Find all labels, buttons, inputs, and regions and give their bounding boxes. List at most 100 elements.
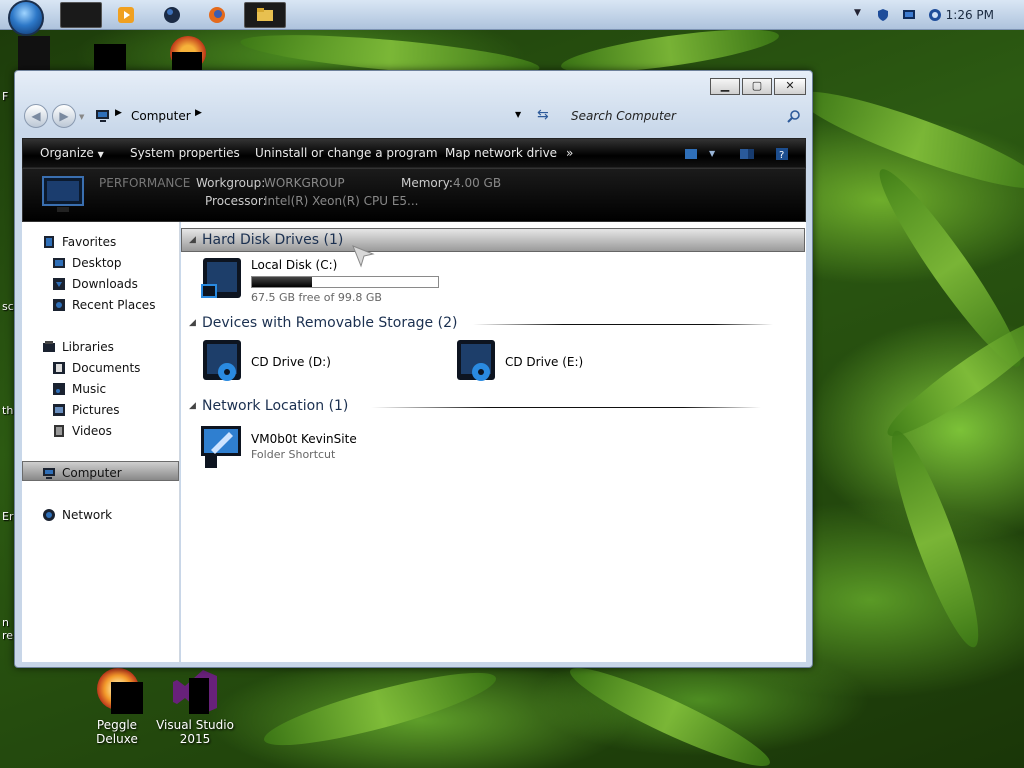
wallpaper-leaf (563, 655, 777, 768)
breadcrumb-computer[interactable]: Computer (131, 109, 191, 123)
memory-value: 4.00 GB (453, 176, 502, 190)
group-title-removable[interactable]: Devices with Removable Storage (2) (202, 315, 457, 331)
desktop-icon-label-partial: th (2, 404, 14, 417)
change-view-icon[interactable] (684, 148, 698, 160)
mouse-cursor-icon (352, 245, 375, 268)
explorer-icon[interactable] (244, 2, 286, 28)
hard-drive-icon (201, 258, 241, 298)
collapse-group-icon[interactable]: ◢ (189, 401, 196, 411)
peggle-icon (95, 668, 143, 714)
preview-pane-icon[interactable] (739, 148, 755, 160)
workgroup-label: Workgroup: (196, 176, 266, 190)
help-icon[interactable]: ? (775, 147, 789, 161)
chevron-down-icon: ▼ (97, 150, 104, 159)
system-properties-button[interactable]: System properties (130, 146, 240, 160)
desktop-icon-hidden[interactable] (94, 44, 126, 70)
explorer-window: ▁ ▢ ✕ ◀ ▶ ▼ ▶ Computer ▶ ▼ ⇆ Search Comp… (14, 70, 813, 668)
group-title-hdd: Hard Disk Drives (1) (202, 232, 344, 248)
capacity-bar-fill (252, 277, 312, 287)
show-hidden-icons-icon[interactable]: ▼ (854, 8, 868, 22)
svg-text:?: ? (779, 150, 784, 161)
drive-free-space: 67.5 GB free of 99.8 GB (251, 291, 382, 304)
nav-documents-label: Documents (72, 361, 141, 375)
downloads-icon (53, 278, 65, 290)
desktop-icon-label-partial: sc (2, 300, 14, 313)
address-dropdown-icon[interactable]: ▼ (515, 110, 521, 119)
minimize-button[interactable]: ▁ (710, 78, 740, 95)
nav-network-label: Network (62, 508, 113, 522)
network-location-name: VM0b0t KevinSite (251, 432, 357, 446)
visual-studio-icon (173, 668, 217, 714)
capacity-bar (251, 276, 439, 288)
map-network-drive-button[interactable]: Map network drive (445, 146, 557, 160)
forward-button[interactable]: ▶ (52, 104, 76, 128)
nav-videos-label: Videos (72, 424, 112, 438)
search-placeholder: Search Computer (571, 109, 676, 123)
nav-music-label: Music (72, 382, 107, 396)
desktop-icon-peggle[interactable]: Peggle Deluxe (77, 668, 157, 746)
desktop-icon-hidden[interactable] (18, 36, 50, 70)
start-orb-button[interactable] (8, 0, 44, 36)
close-button[interactable]: ✕ (774, 78, 806, 95)
nav-downloads-label: Downloads (72, 277, 138, 291)
desktop-icon-hidden[interactable] (172, 52, 202, 70)
firefox-icon[interactable] (208, 2, 230, 28)
cd-drive-icon (457, 340, 495, 381)
music-icon (53, 383, 65, 395)
wallpaper-leaf (790, 76, 1024, 204)
drive-item-cd-d[interactable]: CD Drive (D:) (197, 338, 417, 388)
volume-icon[interactable] (928, 8, 942, 22)
circle-app-icon[interactable] (163, 2, 185, 28)
media-player-icon[interactable] (117, 2, 139, 28)
breadcrumb-separator-icon[interactable]: ▶ (115, 108, 122, 118)
security-shield-icon[interactable] (876, 8, 890, 22)
system-tray: ▼ 1:26 PM (834, 0, 1024, 30)
drive-item-local-disk-c[interactable]: Local Disk (C:) 67.5 GB free of 99.8 GB (197, 256, 477, 306)
nav-libraries-label: Libraries (62, 340, 114, 354)
desktop-icon-label-partial: F (2, 90, 9, 103)
uninstall-program-button[interactable]: Uninstall or change a program (255, 146, 438, 160)
wallpaper-leaf (877, 424, 993, 654)
breadcrumb-separator-icon[interactable]: ▶ (195, 108, 202, 118)
more-commands-button[interactable]: » (566, 146, 573, 160)
collapse-group-icon[interactable]: ◢ (189, 235, 196, 245)
search-icon[interactable] (787, 109, 801, 123)
details-pane: PERFORMANCE Workgroup: WORKGROUP Memory:… (22, 168, 806, 222)
content-pane: ◢ Hard Disk Drives (1) Local Disk (C:) 6… (181, 222, 806, 662)
network-location-type: Folder Shortcut (251, 448, 336, 461)
search-box[interactable]: Search Computer (569, 106, 803, 126)
group-divider (473, 324, 773, 325)
nav-recent-label: Recent Places (72, 298, 156, 312)
organize-button[interactable]: Organize ▼ (40, 146, 104, 160)
libraries-icon (43, 341, 55, 352)
group-divider (371, 407, 761, 408)
cd-drive-icon (203, 340, 241, 381)
recent-pages-dropdown[interactable]: ▼ (79, 113, 84, 121)
nav-desktop-label: Desktop (72, 256, 122, 270)
network-item-kevinsite[interactable]: VM0b0t KevinSite Folder Shortcut (197, 422, 437, 472)
collapse-group-icon[interactable]: ◢ (189, 318, 196, 328)
desktop-icon-visual-studio[interactable]: Visual Studio 2015 (155, 668, 235, 746)
maximize-button[interactable]: ▢ (742, 78, 772, 95)
back-button[interactable]: ◀ (24, 104, 48, 128)
favorites-star-icon (44, 236, 54, 248)
network-icon[interactable] (902, 8, 916, 22)
view-options-dropdown-icon[interactable]: ▼ (709, 149, 715, 158)
processor-label: Processor: (205, 194, 267, 208)
desktop-icon-label: Visual Studio 2015 (156, 718, 234, 746)
nav-pictures-label: Pictures (72, 403, 120, 417)
wallpaper-leaf (259, 659, 501, 759)
memory-label: Memory: (401, 176, 453, 190)
taskbar-clock[interactable]: 1:26 PM (946, 8, 994, 22)
computer-monitor-icon (42, 176, 84, 212)
nav-computer-label: Computer (62, 466, 122, 480)
pictures-icon (53, 404, 65, 416)
processor-value: Intel(R) Xeon(R) CPU E5... (264, 194, 419, 208)
address-bar[interactable]: ▶ Computer ▶ ▼ ⇆ (91, 106, 549, 126)
network-globe-icon (43, 509, 55, 521)
taskbar-app-dark[interactable] (60, 2, 102, 28)
drive-name: CD Drive (E:) (505, 355, 584, 369)
refresh-icon[interactable]: ⇆ (537, 107, 549, 123)
group-title-network[interactable]: Network Location (1) (202, 398, 348, 414)
drive-item-cd-e[interactable]: CD Drive (E:) (451, 338, 671, 388)
